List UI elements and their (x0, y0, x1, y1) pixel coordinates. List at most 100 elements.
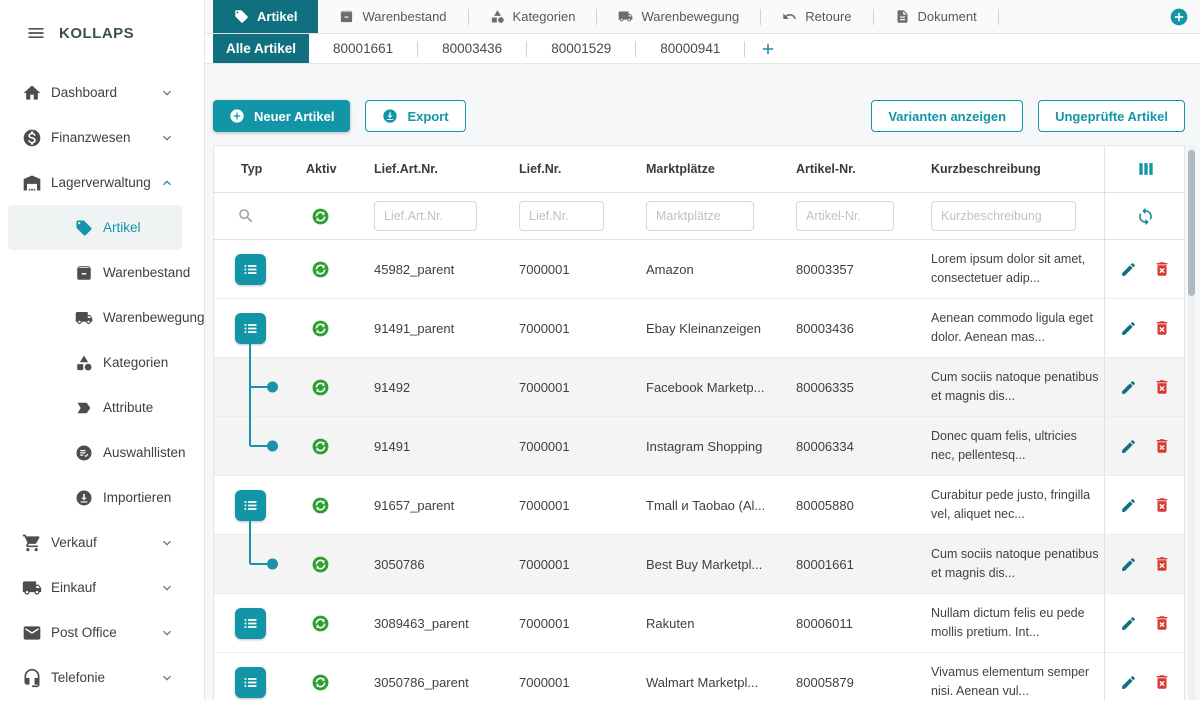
table-row[interactable]: 914917000001Instagram Shopping80006334Do… (214, 417, 1184, 476)
artikel-nr-value: 80006334 (796, 439, 854, 454)
filter-marktplaetze-input[interactable] (646, 201, 754, 231)
aktiv-cell (289, 417, 359, 475)
table-row[interactable]: 30507867000001Best Buy Marketpl...800016… (214, 535, 1184, 594)
new-article-button[interactable]: Neuer Artikel (213, 100, 350, 132)
lief-nr-cell: 7000001 (504, 476, 634, 534)
sidebar-item-telefonie[interactable]: Telefonie (0, 655, 204, 700)
menu-icon[interactable] (26, 23, 46, 43)
article-tab-80001661[interactable]: 80001661 (309, 34, 417, 63)
add-article-tab-button[interactable] (745, 34, 791, 63)
chevron-down-icon (159, 670, 175, 686)
article-type-button[interactable] (235, 608, 266, 639)
refresh-button[interactable] (1136, 207, 1155, 226)
delete-button[interactable] (1153, 555, 1171, 573)
sidebar-item-importieren[interactable]: Importieren (0, 475, 204, 520)
table-row[interactable]: 91657_parent7000001Tmall и Taobao (Al...… (214, 476, 1184, 535)
marktplatz-value: Instagram Shopping (646, 439, 762, 454)
sidebar-item-warenbestand[interactable]: Warenbestand (0, 250, 204, 295)
delete-button[interactable] (1153, 319, 1171, 337)
row-actions-cell (1104, 476, 1185, 534)
sidebar-item-kategorien[interactable]: Kategorien (0, 340, 204, 385)
article-tab-80000941[interactable]: 80000941 (636, 34, 744, 63)
delete-button[interactable] (1153, 260, 1171, 278)
active-status-icon[interactable] (311, 673, 330, 692)
delete-button[interactable] (1153, 496, 1171, 514)
export-button[interactable]: Export (365, 100, 465, 132)
sidebar-item-finanzwesen[interactable]: Finanzwesen (0, 115, 204, 160)
table-row[interactable]: 3050786_parent7000001Walmart Marketpl...… (214, 653, 1184, 701)
active-status-icon[interactable] (311, 260, 330, 279)
sidebar-item-dashboard[interactable]: Dashboard (0, 70, 204, 115)
delete-button[interactable] (1153, 614, 1171, 632)
article-type-button[interactable] (235, 490, 266, 521)
table-scrollbar[interactable] (1188, 150, 1195, 296)
edit-button[interactable] (1120, 379, 1137, 396)
article-type-button[interactable] (235, 667, 266, 698)
filter-lief-art-nr-input[interactable] (374, 201, 477, 231)
sidebar-item-verkauf[interactable]: Verkauf (0, 520, 204, 565)
edit-button[interactable] (1120, 320, 1137, 337)
filter-artikel-nr-input[interactable] (796, 201, 894, 231)
active-filter-toggle-icon[interactable] (311, 207, 330, 226)
column-settings-button[interactable] (1136, 159, 1156, 179)
lief-nr-value: 7000001 (519, 616, 570, 631)
active-status-icon[interactable] (311, 437, 330, 456)
sidebar-item-label: Importieren (103, 490, 171, 505)
edit-button[interactable] (1120, 497, 1137, 514)
active-status-icon[interactable] (311, 555, 330, 574)
article-type-button[interactable] (235, 254, 266, 285)
table-row[interactable]: 914927000001Facebook Marketp...80006335C… (214, 358, 1184, 417)
add-tab-button[interactable] (1169, 7, 1189, 27)
tab-warenbestand[interactable]: Warenbestand (318, 0, 467, 33)
sidebar-item-lagerverwaltung[interactable]: Lagerverwaltung (0, 160, 204, 205)
filter-typ-cell (214, 193, 289, 239)
list-icon (241, 673, 260, 692)
table-row[interactable]: 3089463_parent7000001Rakuten80006011Null… (214, 594, 1184, 653)
delete-button[interactable] (1153, 673, 1171, 691)
unchecked-articles-button[interactable]: Ungeprüfte Artikel (1038, 100, 1185, 132)
table-row[interactable]: 45982_parent7000001Amazon80003357Lorem i… (214, 240, 1184, 299)
lief-art-nr-value: 3050786_parent (374, 675, 469, 690)
sidebar-item-attribute[interactable]: Attribute (0, 385, 204, 430)
lief-art-nr-cell: 91491 (359, 417, 504, 475)
table-row[interactable]: 91491_parent7000001Ebay Kleinanzeigen800… (214, 299, 1184, 358)
edit-button[interactable] (1120, 438, 1137, 455)
filter-kurzbeschreibung-input[interactable] (931, 201, 1076, 231)
edit-button[interactable] (1120, 556, 1137, 573)
active-status-icon[interactable] (311, 496, 330, 515)
tree-node-dot (267, 382, 278, 393)
brand: KOLLAPS (0, 0, 204, 66)
marktplatz-cell: Ebay Kleinanzeigen (634, 299, 779, 357)
tab-retoure[interactable]: Retoure (761, 0, 872, 33)
aktiv-cell (289, 358, 359, 416)
active-status-icon[interactable] (311, 319, 330, 338)
delete-button[interactable] (1153, 378, 1171, 396)
app-window: KOLLAPS DashboardFinanzwesenLagerverwalt… (0, 0, 1200, 700)
tab-warenbewegung[interactable]: Warenbewegung (597, 0, 760, 33)
edit-button[interactable] (1120, 615, 1137, 632)
show-variants-button[interactable]: Varianten anzeigen (871, 100, 1023, 132)
article-tab-80003436[interactable]: 80003436 (418, 34, 526, 63)
article-tab-80001529[interactable]: 80001529 (527, 34, 635, 63)
delete-button[interactable] (1153, 437, 1171, 455)
edit-button[interactable] (1120, 674, 1137, 691)
sidebar-item-artikel[interactable]: Artikel (8, 205, 182, 250)
sidebar-item-label: Kategorien (103, 355, 168, 370)
filter-lief-nr-input[interactable] (519, 201, 604, 231)
artikel-nr-cell: 80006334 (779, 417, 914, 475)
sidebar-item-auswahllisten[interactable]: Auswahllisten (0, 430, 204, 475)
sidebar-item-warenbewegung[interactable]: Warenbewegung (0, 295, 204, 340)
active-status-icon[interactable] (311, 378, 330, 397)
tree-node-dot (267, 559, 278, 570)
article-type-button[interactable] (235, 313, 266, 344)
categories-icon (75, 354, 93, 372)
edit-button[interactable] (1120, 261, 1137, 278)
tab-dokument[interactable]: Dokument (874, 0, 998, 33)
tab-kategorien[interactable]: Kategorien (469, 0, 597, 33)
sidebar-item-post-office[interactable]: Post Office (0, 610, 204, 655)
lief-nr-value: 7000001 (519, 262, 570, 277)
active-status-icon[interactable] (311, 614, 330, 633)
tab-artikel[interactable]: Artikel (213, 0, 318, 33)
article-tab-alle-artikel[interactable]: Alle Artikel (213, 34, 309, 63)
sidebar-item-einkauf[interactable]: Einkauf (0, 565, 204, 610)
